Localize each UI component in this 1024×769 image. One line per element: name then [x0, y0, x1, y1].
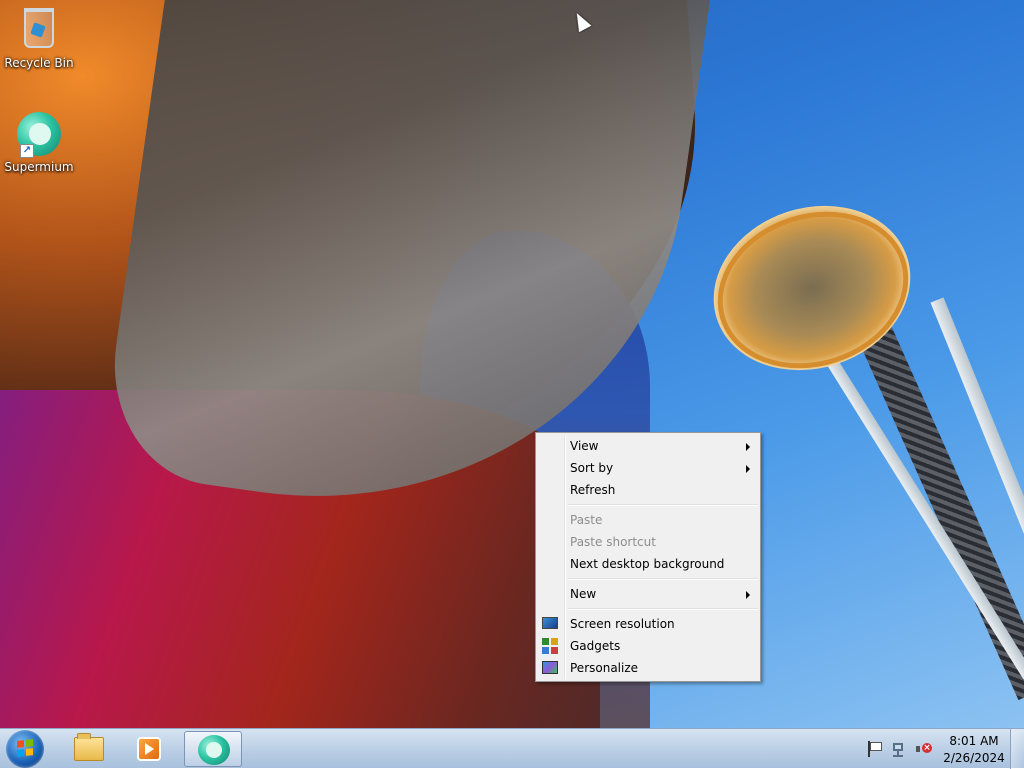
wallpaper-tower-leg	[800, 316, 1024, 680]
menu-separator	[568, 578, 758, 580]
desktop-icon-supermium[interactable]: ↗ Supermium	[1, 112, 77, 174]
menu-item-label: Personalize	[570, 661, 639, 675]
menu-item-paste: Paste	[536, 509, 760, 531]
monitor-icon	[542, 617, 558, 629]
menu-separator	[568, 608, 758, 610]
clock-time: 8:01 AM	[949, 734, 999, 748]
desktop-icon-recycle-bin[interactable]: Recycle Bin	[1, 6, 77, 70]
personalize-icon	[542, 661, 558, 674]
wallpaper-tower-core	[843, 292, 1024, 701]
submenu-arrow-icon	[746, 465, 750, 473]
menu-item-label: Refresh	[570, 483, 616, 497]
menu-item-refresh[interactable]: Refresh	[536, 479, 760, 501]
shortcut-arrow-icon: ↗	[20, 144, 34, 158]
menu-item-label: Gadgets	[570, 639, 621, 653]
menu-item-label: View	[570, 439, 599, 453]
taskbar-button-supermium[interactable]	[184, 731, 242, 767]
supermium-icon: ↗	[16, 112, 62, 158]
menu-item-label: New	[570, 587, 597, 601]
desktop[interactable]: Recycle Bin ↗ Supermium View Sort by Ref…	[0, 0, 1024, 728]
media-player-icon	[137, 737, 161, 761]
desktop-icon-label: Recycle Bin	[4, 56, 74, 70]
taskbar-button-media-player[interactable]	[120, 731, 178, 767]
gadgets-icon	[542, 638, 558, 654]
menu-item-label: Screen resolution	[570, 617, 675, 631]
folder-icon	[74, 733, 104, 761]
taskbar-clock[interactable]: 8:01 AM 2/26/2024	[938, 733, 1010, 767]
menu-item-label: Next desktop background	[570, 557, 725, 571]
menu-item-label: Paste shortcut	[570, 535, 656, 549]
show-desktop-button[interactable]	[1010, 729, 1024, 769]
menu-item-new[interactable]: New	[536, 583, 760, 605]
windows-logo-icon	[17, 739, 33, 757]
supermium-icon	[198, 735, 230, 765]
menu-item-screen-resolution[interactable]: Screen resolution	[536, 613, 760, 635]
desktop-context-menu: View Sort by Refresh Paste Paste shortcu…	[535, 432, 761, 682]
clock-date: 2/26/2024	[943, 751, 1005, 765]
start-button[interactable]	[6, 730, 44, 768]
menu-item-gadgets[interactable]: Gadgets	[536, 635, 760, 657]
action-center-flag-icon[interactable]	[866, 741, 882, 757]
menu-item-view[interactable]: View	[536, 435, 760, 457]
menu-item-personalize[interactable]: Personalize	[536, 657, 760, 679]
menu-item-sort-by[interactable]: Sort by	[536, 457, 760, 479]
menu-separator	[568, 504, 758, 506]
recycle-bin-icon	[16, 8, 62, 54]
taskbar-button-explorer[interactable]	[60, 731, 118, 767]
network-icon[interactable]	[891, 741, 907, 757]
menu-item-label: Paste	[570, 513, 603, 527]
taskbar: 8:01 AM 2/26/2024	[0, 728, 1024, 769]
menu-item-label: Sort by	[570, 461, 614, 475]
menu-item-paste-shortcut: Paste shortcut	[536, 531, 760, 553]
submenu-arrow-icon	[746, 591, 750, 599]
submenu-arrow-icon	[746, 443, 750, 451]
volume-muted-icon[interactable]	[915, 741, 932, 757]
desktop-icon-label: Supermium	[4, 160, 74, 174]
menu-item-next-desktop-background[interactable]: Next desktop background	[536, 553, 760, 575]
